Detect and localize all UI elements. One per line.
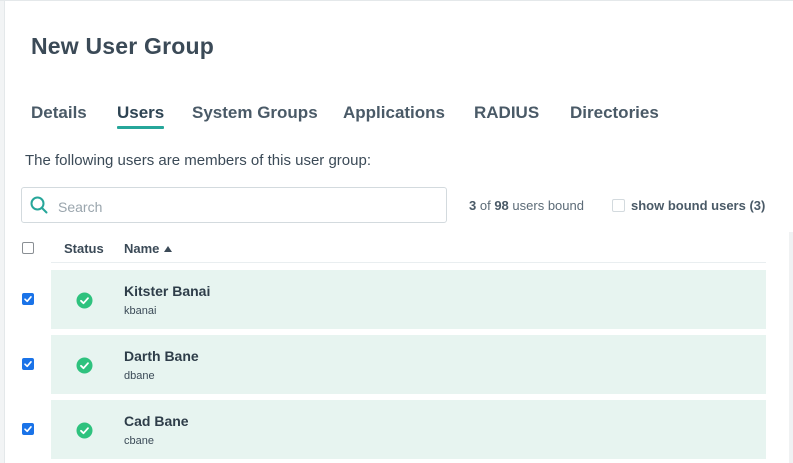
checkmark-icon bbox=[24, 360, 32, 368]
count-of: of bbox=[479, 198, 491, 213]
bound-count: 3 bbox=[469, 198, 477, 213]
status-active-icon bbox=[76, 292, 93, 309]
search-box[interactable] bbox=[21, 187, 447, 223]
user-name: Darth Bane bbox=[124, 348, 199, 364]
show-bound-users-toggle[interactable]: show bound users (3) bbox=[612, 198, 765, 213]
user-name: Cad Bane bbox=[124, 413, 189, 429]
top-divider bbox=[0, 0, 793, 1]
select-all-checkbox[interactable] bbox=[22, 242, 34, 254]
table-row[interactable]: Darth Bane dbane bbox=[51, 335, 766, 394]
tab-users[interactable]: Users bbox=[117, 103, 165, 129]
users-bound-count: 3 of 98 users bound bbox=[469, 198, 584, 213]
row-checkbox[interactable] bbox=[22, 293, 34, 305]
row-checkbox[interactable] bbox=[22, 358, 34, 370]
column-header-status[interactable]: Status bbox=[64, 241, 104, 256]
scrollbar[interactable] bbox=[789, 232, 793, 463]
total-count: 98 bbox=[494, 198, 509, 213]
row-checkbox[interactable] bbox=[22, 423, 34, 435]
user-name: Kitster Banai bbox=[124, 283, 211, 299]
user-username: kbanai bbox=[124, 305, 157, 317]
user-username: cbane bbox=[124, 435, 154, 447]
table-row[interactable]: Kitster Banai kbanai bbox=[51, 270, 766, 329]
tab-radius[interactable]: RADIUS bbox=[474, 103, 539, 123]
show-bound-users-label: show bound users (3) bbox=[631, 198, 766, 213]
column-header-name-label: Name bbox=[124, 241, 160, 256]
status-active-icon bbox=[76, 422, 93, 439]
sort-ascending-icon bbox=[164, 246, 173, 252]
status-active-icon bbox=[76, 357, 93, 374]
tab-system-groups[interactable]: System Groups bbox=[192, 103, 318, 123]
tab-applications[interactable]: Applications bbox=[343, 103, 445, 123]
intro-text: The following users are members of this … bbox=[25, 152, 371, 169]
table-header: Status Name bbox=[51, 236, 766, 263]
user-username: dbane bbox=[124, 370, 155, 382]
tab-directories[interactable]: Directories bbox=[570, 103, 659, 123]
count-suffix: users bound bbox=[512, 198, 584, 213]
search-icon bbox=[30, 196, 48, 214]
page-title: New User Group bbox=[31, 33, 215, 59]
show-bound-users-checkbox[interactable] bbox=[612, 199, 625, 212]
checkmark-icon bbox=[24, 425, 32, 433]
tab-details[interactable]: Details bbox=[31, 103, 87, 123]
checkmark-icon bbox=[24, 295, 32, 303]
background-panel-edge bbox=[0, 0, 5, 463]
search-input[interactable] bbox=[56, 195, 440, 219]
table-row[interactable]: Cad Bane cbane bbox=[51, 400, 766, 459]
column-header-name[interactable]: Name bbox=[124, 241, 173, 256]
